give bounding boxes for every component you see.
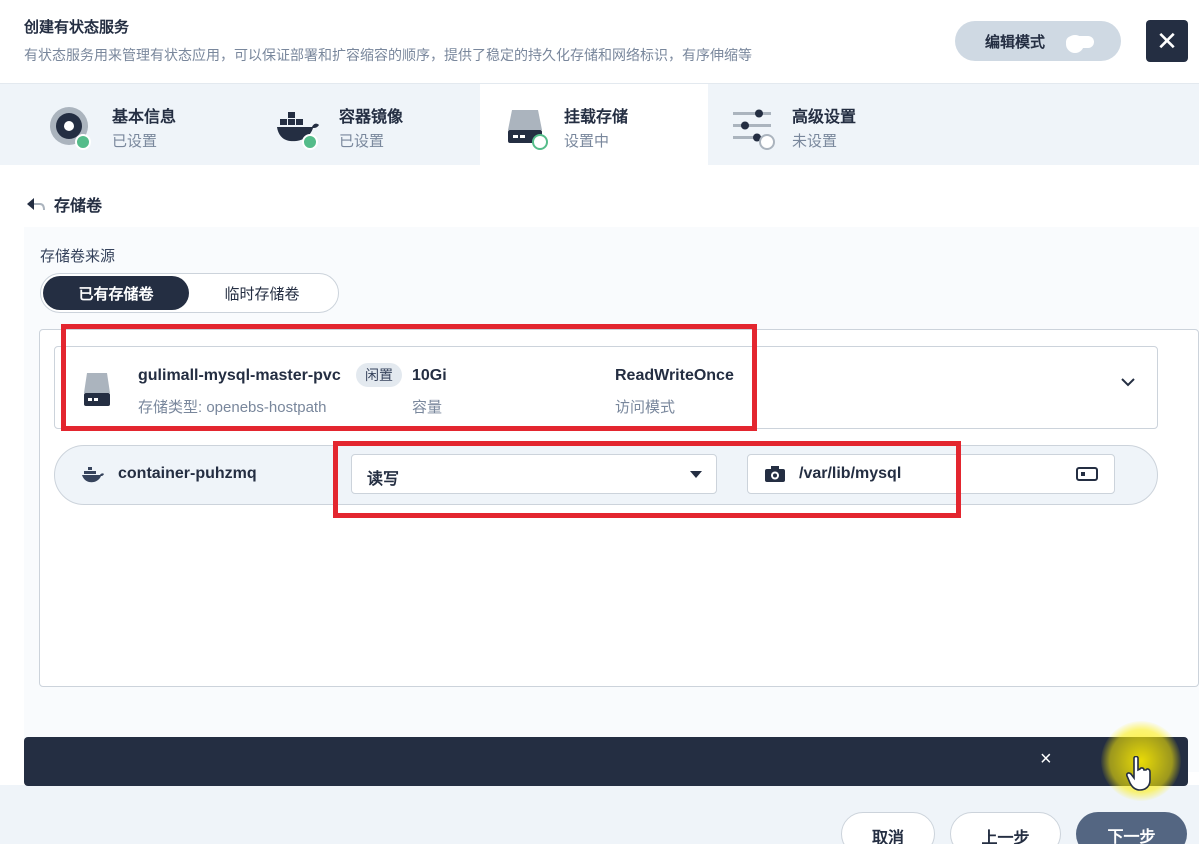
step-container-image[interactable]: 容器镜像 已设置 [231,84,459,165]
step-status: 已设置 [112,133,158,150]
cancel-button[interactable]: 取消 [841,812,935,844]
modal-header: 创建有状态服务 有状态服务用来管理有状态应用，可以保证部署和扩容缩容的顺序，提供… [0,0,1199,84]
docker-icon [82,467,104,483]
step-basic-info[interactable]: 基本信息 已设置 [4,84,232,165]
volume-source-switch: 已有存储卷 临时存储卷 [40,273,339,313]
docker-icon [276,106,320,150]
section-title: 存储卷 [54,198,103,215]
previous-step-button[interactable]: 上一步 [950,812,1061,844]
step-label: 挂载存储 [564,109,629,126]
annotation-box-pvc [61,324,757,431]
container-name: container-puhzmq [118,465,257,482]
step-label: 容器镜像 [339,109,404,126]
annotation-box-mount [333,441,961,518]
toggle-switch-icon [1066,35,1094,53]
step-label: 高级设置 [792,109,857,126]
existing-volume-option[interactable]: 已有存储卷 [43,276,189,310]
modal-description: 有状态服务用来管理有状态应用，可以保证部署和扩容缩容的顺序，提供了稳定的持久化存… [24,47,752,63]
volume-source-label: 存储卷来源 [40,248,116,265]
next-step-button[interactable]: 下一步 [1076,812,1187,844]
edit-mode-label: 编辑模式 [985,33,1046,51]
chevron-down-icon[interactable] [1121,377,1135,387]
status-pending-dot [759,134,775,150]
storage-disk-icon [506,106,550,150]
step-status: 设置中 [564,133,610,150]
notification-close-button[interactable]: × [1040,748,1052,771]
step-label: 基本信息 [112,109,177,126]
back-arrow-icon [27,198,45,211]
sub-path-icon[interactable] [1076,467,1098,481]
status-done-dot [302,134,318,150]
wizard-steps: 基本信息 已设置 容器镜像 已设置 挂载存储 设置中 高级设置 未设置 [0,84,1199,165]
temporary-volume-option[interactable]: 临时存储卷 [189,276,335,310]
step-advanced-settings[interactable]: 高级设置 未设置 [707,84,935,165]
step-status: 未设置 [792,133,838,150]
close-button[interactable]: ✕ [1146,20,1188,62]
edit-mode-toggle[interactable]: 编辑模式 [955,21,1121,61]
step-mount-storage[interactable]: 挂载存储 设置中 [480,84,708,165]
sliders-icon [733,106,777,150]
step-status: 已设置 [339,133,385,150]
notification-bar: × [24,721,1188,801]
hand-cursor-icon [1126,756,1151,791]
disc-icon [49,106,93,150]
status-in-progress-dot [532,134,548,150]
status-done-dot [75,134,91,150]
modal-title: 创建有状态服务 [24,19,130,36]
back-to-volumes[interactable]: 存储卷 [26,192,102,216]
